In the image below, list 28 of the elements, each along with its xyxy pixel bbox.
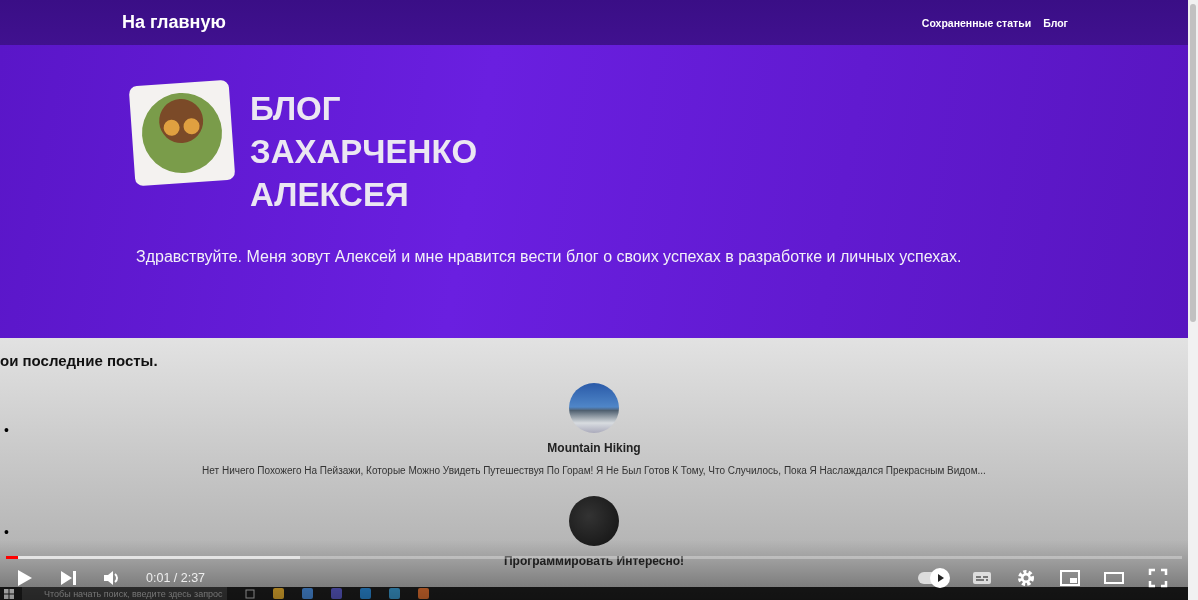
fullscreen-button[interactable] bbox=[1148, 568, 1168, 588]
blog-title: БЛОГ bbox=[250, 89, 342, 129]
blog-title: ЗАХАРЧЕНКО bbox=[250, 132, 478, 172]
section-heading: ои последние посты. bbox=[0, 351, 159, 369]
app-icon[interactable] bbox=[418, 588, 429, 599]
nav-link[interactable]: Блог bbox=[1043, 16, 1068, 29]
nav-link[interactable]: Сохраненные статьи bbox=[921, 16, 1032, 29]
app-icon[interactable] bbox=[389, 588, 400, 599]
settings-button[interactable] bbox=[1016, 568, 1036, 588]
bullet: • bbox=[3, 524, 10, 540]
play-icon bbox=[935, 573, 945, 583]
post-title[interactable]: Программировать Интересно! bbox=[503, 554, 685, 568]
scrollbar[interactable] bbox=[1188, 0, 1198, 600]
app-icon[interactable] bbox=[273, 588, 284, 599]
post-excerpt: Нет Ничего Похожего На Пейзажи, Которые Можно Увидеть Путешествуя По Горам! Я Не Был Готов К Тому, Что Случилось, Пока Я Наслаждался Прекрасным Видом... bbox=[202, 465, 986, 476]
photo-placeholder bbox=[569, 496, 619, 546]
task-view-icon[interactable] bbox=[245, 588, 255, 599]
search-field[interactable]: Чтобы начать поиск, введите здесь запрос bbox=[22, 587, 227, 600]
next-button[interactable] bbox=[58, 568, 78, 588]
windows-icon[interactable] bbox=[4, 588, 14, 599]
blog-title: АЛЕКСЕЯ bbox=[250, 175, 410, 215]
home-link[interactable]: На главную bbox=[122, 12, 226, 33]
time-display: 0:01 / 2:37 bbox=[146, 571, 206, 585]
post-title[interactable]: Mountain Hiking bbox=[547, 441, 641, 455]
photo-placeholder bbox=[569, 383, 619, 433]
bullet: • bbox=[3, 421, 10, 438]
intro-text: Здравствуйте. Меня зовут Алексей и мне нравится вести блог о своих успехах в разработке и личных успехах. bbox=[136, 248, 963, 266]
miniplayer-button[interactable] bbox=[1060, 568, 1080, 588]
